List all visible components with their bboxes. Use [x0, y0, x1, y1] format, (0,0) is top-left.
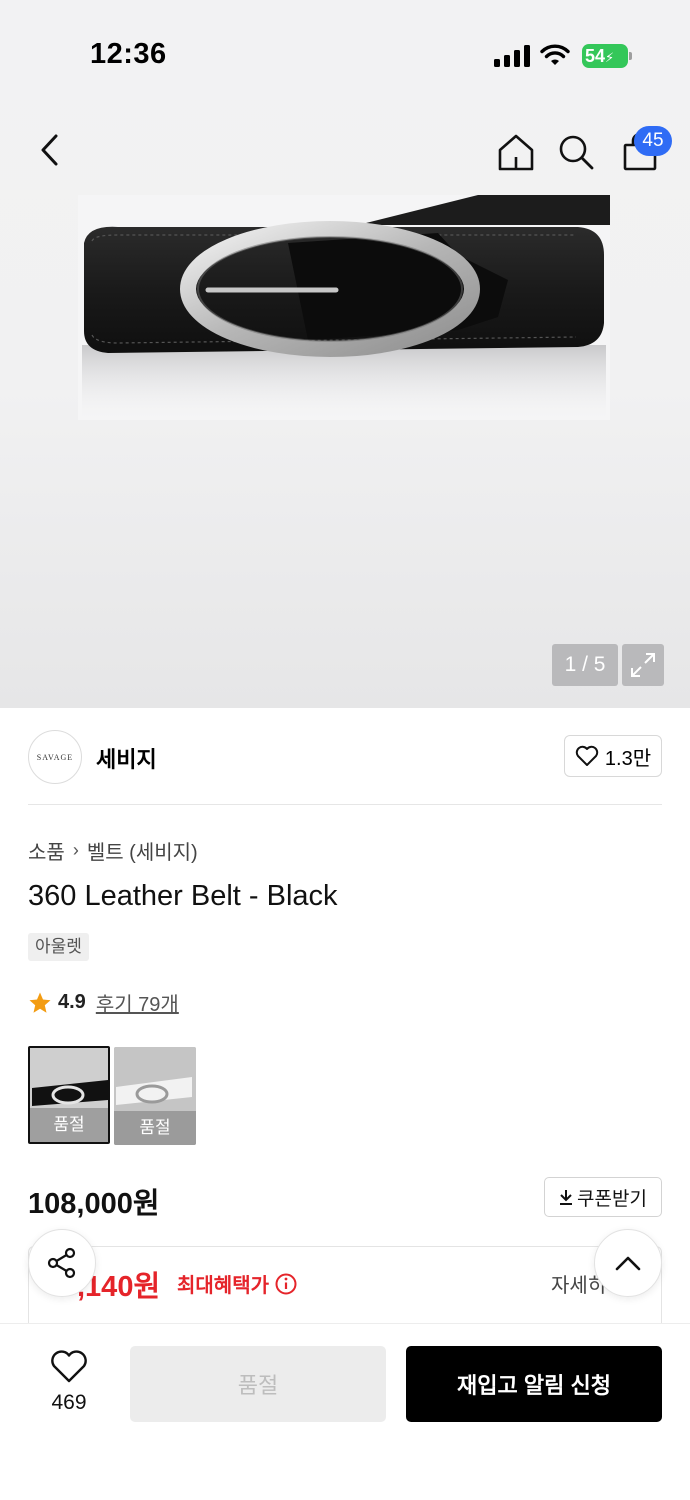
cart-count-badge: 45: [634, 126, 672, 156]
chevron-up-icon: [615, 1256, 641, 1271]
share-icon: [47, 1247, 76, 1279]
heart-icon: [575, 745, 599, 766]
swatch-soldout-label: 품절: [114, 1111, 196, 1145]
color-swatch-black[interactable]: 품절: [28, 1046, 110, 1144]
status-bar: 12:36 54⚡: [0, 0, 690, 100]
restock-alert-button[interactable]: 재입고 알림 신청: [406, 1346, 662, 1422]
home-icon: [498, 134, 534, 171]
rating-row: 4.9 후기 79개: [28, 988, 179, 1017]
star-icon: [29, 992, 51, 1013]
brand-logo[interactable]: SAVAGE: [28, 730, 82, 784]
expand-image-button[interactable]: [622, 644, 664, 686]
coupon-label: 쿠폰받기: [577, 1188, 647, 1210]
color-swatch-white[interactable]: 품절: [114, 1047, 196, 1145]
soldout-button: 품절: [130, 1346, 386, 1422]
wifi-icon: [540, 44, 570, 65]
swatch-soldout-label: 품절: [30, 1108, 108, 1142]
brand-like-button[interactable]: 1.3만: [564, 735, 662, 777]
purchase-bar: 469 품절 재입고 알림 신청: [0, 1323, 690, 1500]
status-time: 12:36: [90, 38, 167, 70]
scroll-top-button[interactable]: [594, 1229, 662, 1297]
product-gallery[interactable]: 12:36 54⚡ 45 1 / 5: [0, 0, 690, 708]
search-button[interactable]: [554, 130, 598, 174]
benefit-label: 최대혜택가: [177, 1275, 269, 1297]
search-icon: [559, 135, 594, 170]
chevron-right-icon: ›: [72, 840, 79, 860]
heart-icon: [51, 1350, 87, 1383]
home-button[interactable]: [494, 130, 538, 174]
battery-indicator: 54⚡: [582, 44, 632, 68]
outlet-tag: 아울렛: [28, 933, 89, 961]
brand-like-count: 1.3만: [604, 747, 652, 770]
battery-level: 54: [585, 46, 606, 66]
product-title: 360 Leather Belt - Black: [28, 880, 338, 912]
rating-score: 4.9: [58, 991, 86, 1013]
breadcrumb-subcategory[interactable]: 벨트 (세비지): [87, 836, 198, 865]
cellular-signal-icon: [494, 45, 530, 67]
image-counter: 1 / 5: [552, 644, 618, 686]
share-button[interactable]: [28, 1229, 96, 1297]
expand-icon: [631, 653, 655, 677]
info-icon[interactable]: [275, 1273, 297, 1295]
wishlist-button[interactable]: 469: [36, 1350, 102, 1415]
divider: [28, 804, 662, 805]
coupon-button[interactable]: 쿠폰받기: [544, 1177, 662, 1217]
product-price: 108,000원: [28, 1188, 160, 1220]
review-link[interactable]: 후기 79개: [96, 988, 179, 1017]
chevron-left-icon: [41, 134, 58, 166]
brand-name[interactable]: 세비지: [96, 742, 157, 774]
product-image: [78, 195, 610, 420]
brand-logo-text: SAVAGE: [36, 752, 74, 762]
wishlist-count: 469: [51, 1391, 87, 1414]
benefit-label-row: 최대혜택가: [177, 1269, 297, 1298]
back-button[interactable]: [28, 128, 72, 172]
breadcrumb: 소품 › 벨트 (세비지): [28, 836, 198, 865]
download-icon: [560, 1190, 573, 1205]
breadcrumb-category[interactable]: 소품: [28, 836, 65, 865]
